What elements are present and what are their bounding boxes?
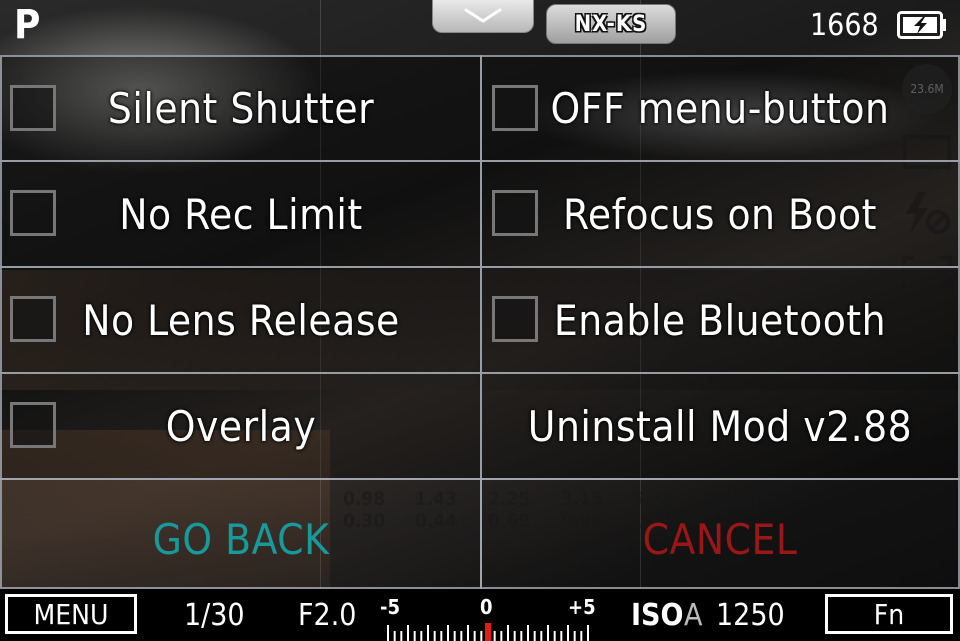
menu-item-off-menu-button[interactable]: OFF menu-button xyxy=(480,55,960,162)
menu-item-label: No Rec Limit xyxy=(119,189,363,239)
exposure-min-label: -5 xyxy=(380,595,400,619)
menu-item-silent-shutter[interactable]: Silent Shutter xyxy=(0,55,482,162)
exposure-zero-label: 0 xyxy=(480,595,493,619)
menu-item-uninstall-mod[interactable]: Uninstall Mod v2.88 xyxy=(480,372,960,480)
menu-item-no-lens-release[interactable]: No Lens Release xyxy=(0,266,482,374)
go-back-label: GO BACK xyxy=(152,515,330,564)
iso-label: ISO xyxy=(631,598,684,633)
go-back-button[interactable]: GO BACK xyxy=(0,478,482,589)
shutter-speed: 1/30 xyxy=(184,598,245,633)
menu-item-enable-bluetooth[interactable]: Enable Bluetooth xyxy=(480,266,960,374)
menu-item-label: Enable Bluetooth xyxy=(553,295,887,345)
aperture-value: F2.0 xyxy=(298,598,357,633)
menu-item-label: No Lens Release xyxy=(82,295,400,345)
exposure-meter: -5 0 +5 xyxy=(380,589,596,641)
cancel-button[interactable]: CANCEL xyxy=(480,478,960,589)
brand-badge: NX-KS xyxy=(546,4,676,44)
battery-charging-icon xyxy=(897,11,946,39)
shots-remaining: 1668 xyxy=(810,8,879,43)
mod-settings-menu: Silent Shutter OFF menu-button No Rec Li… xyxy=(0,55,960,589)
shooting-mode: P xyxy=(14,2,41,48)
exposure-marker xyxy=(485,623,491,641)
exposure-max-label: +5 xyxy=(568,595,596,619)
menu-item-label: Uninstall Mod v2.88 xyxy=(527,401,913,451)
exposure-info-bar: MENU 1/30 F2.0 -5 0 +5 ISO A 1250 Fn xyxy=(0,589,960,641)
cancel-label: CANCEL xyxy=(642,515,798,564)
menu-item-no-rec-limit[interactable]: No Rec Limit xyxy=(0,160,482,268)
menu-item-label: Silent Shutter xyxy=(107,84,375,133)
iso-mode: A xyxy=(684,598,703,633)
iso-value: 1250 xyxy=(716,598,785,633)
status-bar: P NX-KS 1668 xyxy=(0,0,960,56)
chevron-down-icon xyxy=(464,8,502,23)
collapse-tab[interactable] xyxy=(432,0,534,33)
fn-button[interactable]: Fn xyxy=(825,594,953,634)
menu-item-overlay[interactable]: Overlay xyxy=(0,372,482,480)
menu-button[interactable]: MENU xyxy=(5,594,137,634)
menu-item-label: Overlay xyxy=(165,401,317,451)
menu-item-refocus-on-boot[interactable]: Refocus on Boot xyxy=(480,160,960,268)
menu-item-label: OFF menu-button xyxy=(550,84,890,133)
exposure-scale xyxy=(387,623,589,641)
menu-item-label: Refocus on Boot xyxy=(563,189,877,239)
